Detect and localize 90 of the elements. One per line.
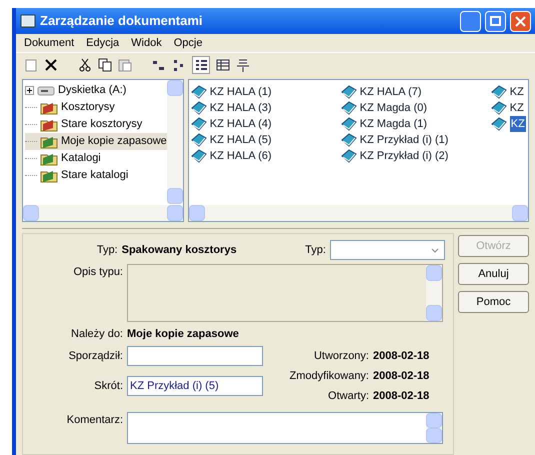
book-icon — [190, 117, 207, 131]
tree-label: Kosztorysy — [61, 100, 115, 116]
book-icon — [190, 133, 207, 147]
maximize-button[interactable] — [485, 10, 506, 32]
scrollbar[interactable] — [23, 205, 183, 221]
tree-label: Stare katalogi — [61, 168, 128, 184]
expand-icon[interactable] — [25, 86, 34, 95]
type-dropdown[interactable] — [330, 240, 446, 260]
comment-field[interactable] — [127, 412, 443, 444]
file-item[interactable]: KZ HALA (5) — [190, 132, 311, 148]
type-value: Spakowany kosztorys — [122, 242, 238, 258]
field-label: Typ: — [305, 242, 327, 258]
list-view-icon[interactable] — [192, 56, 210, 74]
owner-value: Moje kopie zapasowe — [127, 326, 239, 342]
sort-icon[interactable] — [236, 56, 250, 72]
dialog-button[interactable]: Anuluj — [458, 263, 529, 285]
folder-icon — [40, 168, 58, 182]
delete-icon[interactable] — [44, 58, 58, 72]
tree-item[interactable]: Stare katalogi — [25, 167, 167, 184]
file-item[interactable]: KZ — [490, 116, 528, 132]
date-value: 2008-02-18 — [373, 348, 430, 364]
tree-item[interactable]: Stare kosztorysy — [25, 116, 167, 133]
details-view-icon[interactable] — [216, 58, 230, 72]
scrollbar[interactable] — [426, 265, 442, 321]
close-icon — [515, 16, 526, 26]
tree-label: Katalogi — [61, 151, 101, 166]
file-item[interactable]: KZ HALA (7) — [340, 84, 461, 100]
menu-item[interactable]: Opcje — [174, 34, 202, 52]
app-icon — [20, 14, 36, 28]
copy-icon[interactable] — [98, 58, 112, 72]
folder-icon — [40, 134, 58, 148]
file-item[interactable]: KZ HALA (4) — [190, 116, 311, 132]
book-icon — [340, 101, 357, 115]
field-label: Typ: — [96, 242, 119, 258]
file-item[interactable]: KZ Przykład (i) (1) — [340, 132, 461, 148]
date-value: 2008-02-18 — [373, 388, 430, 404]
folder-icon — [40, 118, 58, 132]
small-icons-icon[interactable] — [172, 58, 186, 72]
book-icon — [340, 149, 357, 163]
scrollbar[interactable] — [166, 80, 183, 204]
file-item[interactable]: KZ Przykład (i) (2) — [340, 148, 461, 164]
file-item[interactable]: KZ — [490, 100, 528, 116]
file-item[interactable]: KZ HALA (1) — [190, 84, 311, 100]
field-label: Sporządził: — [68, 348, 124, 364]
window-title: Zarządzanie dokumentami — [40, 12, 204, 30]
file-item[interactable]: KZ Magda (1) — [340, 116, 461, 132]
menu-item[interactable]: Dokument — [24, 34, 74, 52]
dialog-button[interactable]: Pomoc — [458, 291, 529, 313]
book-icon — [190, 101, 207, 115]
menu-item[interactable]: Widok — [131, 34, 162, 52]
date-label: Otwarty: — [327, 388, 370, 404]
scrollbar[interactable] — [188, 205, 528, 221]
tree-label: Moje kopie zapasowe — [61, 134, 167, 150]
file-item[interactable]: KZ Magda (0) — [340, 100, 461, 116]
field-label: Komentarz: — [66, 413, 124, 428]
drive-icon — [37, 84, 55, 96]
field-label: Należy do: — [70, 326, 124, 342]
close-button[interactable] — [510, 10, 531, 32]
book-icon — [190, 149, 207, 163]
tree-label: Stare kosztorysy — [61, 117, 142, 132]
folder-icon — [40, 152, 58, 166]
tree-item[interactable]: Kosztorysy — [25, 99, 167, 116]
paste-icon[interactable] — [118, 58, 132, 72]
folder-icon — [40, 100, 58, 114]
cut-icon[interactable] — [78, 58, 92, 72]
date-label: Zmodyfikowany: — [288, 368, 370, 384]
tree-label: Dyskietka (A:) — [58, 83, 126, 98]
new-icon[interactable] — [24, 58, 38, 72]
date-value: 2008-02-18 — [373, 368, 430, 384]
author-field[interactable] — [127, 346, 263, 366]
file-item[interactable]: KZ HALA (3) — [190, 100, 311, 116]
scrollbar[interactable] — [426, 413, 442, 443]
shortcut-field[interactable]: KZ Przykład (i) (5) — [127, 376, 263, 396]
book-icon — [490, 117, 507, 131]
book-icon — [340, 133, 357, 147]
tree-item[interactable]: Katalogi — [25, 150, 167, 167]
field-label: Opis typu: — [72, 265, 124, 280]
book-icon — [190, 85, 207, 99]
tree-item[interactable]: Dyskietka (A:) — [25, 82, 167, 99]
tree-item[interactable]: Moje kopie zapasowe — [25, 133, 167, 150]
book-icon — [490, 101, 507, 115]
menu-item[interactable]: Edycja — [86, 34, 120, 52]
minimize-button[interactable] — [460, 10, 481, 32]
field-label: Skrót: — [93, 378, 124, 394]
book-icon — [490, 85, 507, 99]
date-label: Utworzony: — [312, 348, 370, 364]
book-icon — [340, 117, 357, 131]
file-item[interactable]: KZ HALA (6) — [190, 148, 311, 164]
book-icon — [340, 85, 357, 99]
file-item[interactable]: KZ — [490, 84, 528, 100]
